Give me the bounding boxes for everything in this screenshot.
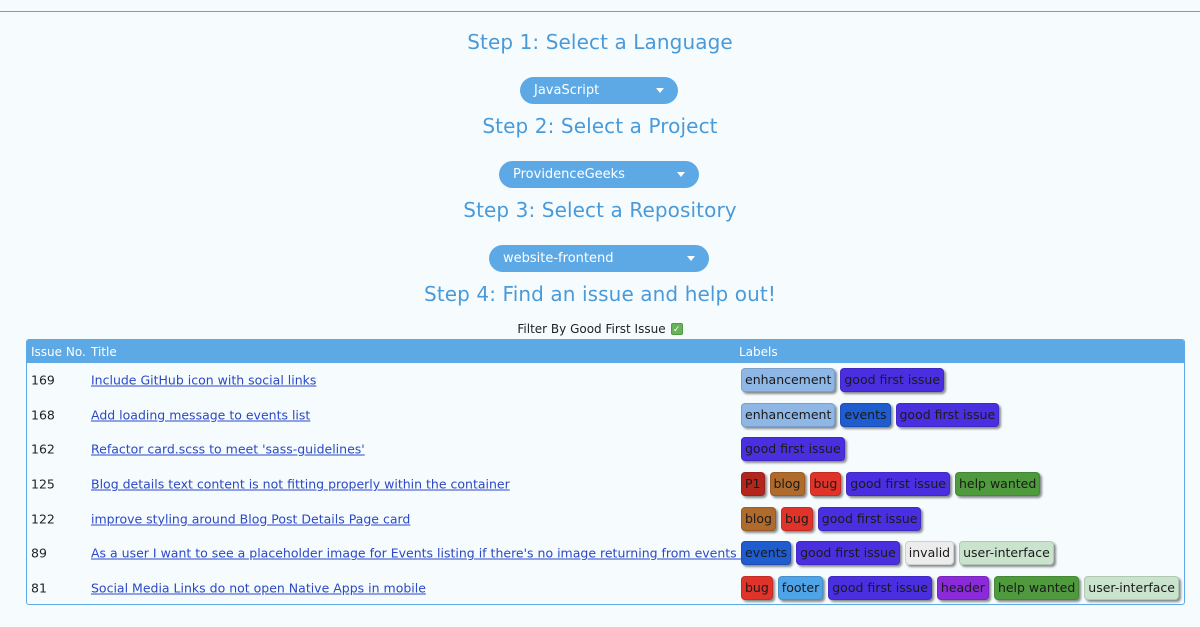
issue-label: footer [777,575,824,600]
issue-title-link[interactable]: Refactor card.scss to meet 'sass-guideli… [91,442,365,457]
chevron-down-icon [677,172,685,177]
issue-label: good first issue [817,506,922,531]
issue-label: invalid [904,541,955,566]
table-row: 125 Blog details text content is not fitt… [27,467,1184,502]
filter-label: Filter By Good First Issue [517,322,666,336]
issue-label: P1 [741,472,765,497]
step-4-title: Step 4: Find an issue and help out! [424,282,776,306]
issue-number: 169 [31,372,55,388]
language-select[interactable]: JavaScript [520,77,678,104]
issue-number: 168 [31,407,55,423]
issue-label: events [741,541,792,566]
issues-table: Issue No. Title Labels 169 Include GitHub… [26,339,1185,605]
issue-labels: enhancement events good first issue [741,402,1000,427]
issue-title-link[interactable]: Social Media Links do not open Native Ap… [91,580,426,595]
step-3-title: Step 3: Select a Repository [463,198,737,222]
issue-labels: P1 blog bug good first issue help wanted [741,472,1041,497]
issue-label: good first issue [828,575,932,600]
issue-label: good first issue [796,541,900,566]
table-row: 169 Include GitHub icon with social links… [27,363,1184,398]
issue-label: enhancement [741,368,836,393]
issue-labels: blog bug good first issue [741,506,922,531]
issue-label: header [936,575,989,600]
chevron-down-icon [656,88,664,93]
chevron-down-icon [687,256,695,261]
issue-label: blog [741,506,776,531]
issue-label: good first issue [895,402,1000,427]
issue-title-link[interactable]: As a user I want to see a placeholder im… [91,546,760,561]
header-labels: Labels [739,344,778,359]
project-select[interactable]: ProvidenceGeeks [499,161,699,188]
repository-select[interactable]: website-frontend [489,245,709,272]
issue-title-link[interactable]: Blog details text content is not fitting… [91,477,510,492]
table-row: 168 Add loading message to events list enh… [27,398,1184,433]
issue-label: events [840,402,891,427]
filter-checkbox[interactable]: ✓ [670,323,683,335]
issue-label: user-interface [1084,575,1179,600]
table-body: 169 Include GitHub icon with social links… [27,363,1184,604]
table-header: Issue No. Title Labels [27,340,1184,363]
issue-label: blog [769,472,805,497]
table-row: 162 Refactor card.scss to meet 'sass-guid… [27,432,1184,467]
issue-label: bug [781,506,813,531]
step-1-title: Step 1: Select a Language [467,30,733,54]
good-first-issue-filter: Filter By Good First Issue ✓ [0,322,1200,336]
table-row: 89 As a user I want to see a placeholder … [27,536,1184,571]
issue-labels: enhancement good first issue [741,368,945,393]
issue-number: 89 [31,545,47,561]
step-2-title: Step 2: Select a Project [482,114,718,138]
issue-number: 162 [31,441,55,457]
issue-title-link[interactable]: Include GitHub icon with social links [91,373,316,388]
language-select-value: JavaScript [534,83,600,98]
header-title: Title [91,344,117,359]
issue-label: help wanted [954,472,1041,497]
issue-label: bug [809,472,842,497]
issue-number: 81 [31,580,47,596]
issue-label: enhancement [741,402,836,427]
issue-label: help wanted [993,575,1080,600]
repository-select-value: website-frontend [503,251,614,266]
top-divider [0,11,1200,12]
issue-title-link[interactable]: Add loading message to events list [91,407,310,422]
issue-labels: bug footer good first issue header help want… [741,575,1179,600]
issue-label: user-interface [959,541,1054,566]
table-row: 81 Social Media Links do not open Native … [27,571,1184,604]
issue-label: bug [741,575,773,600]
issue-label: good first issue [840,368,945,393]
issue-label: good first issue [741,437,845,462]
issue-number: 122 [31,511,55,527]
issue-title-link[interactable]: improve styling around Blog Post Details… [91,511,410,526]
check-icon: ✓ [672,325,681,335]
header-issue-number: Issue No. [31,344,86,359]
table-row: 122 improve styling around Blog Post Deta… [27,501,1184,536]
issue-labels: events good first issue invalid user-interf… [741,541,1054,566]
issue-number: 125 [31,476,55,492]
issue-label: good first issue [846,472,950,497]
issue-labels: good first issue [741,437,845,462]
project-select-value: ProvidenceGeeks [513,167,625,182]
